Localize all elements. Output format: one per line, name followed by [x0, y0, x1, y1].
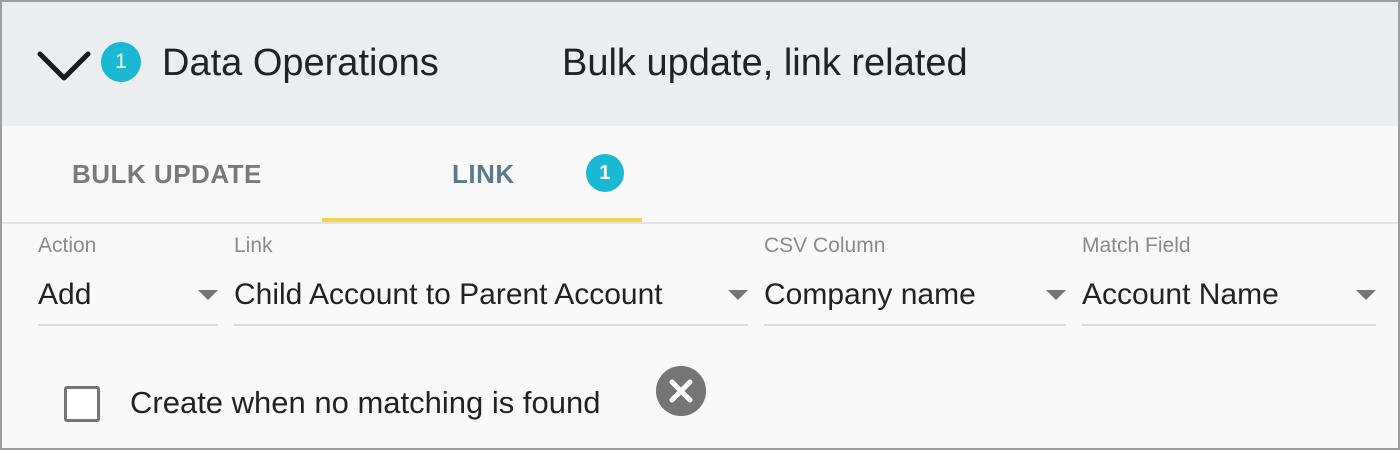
csv-column-select[interactable]: CSV Column Company name: [764, 234, 1066, 326]
csv-column-label: CSV Column: [764, 234, 886, 257]
tab-bar: BULK UPDATE LINK 1: [2, 126, 1398, 224]
tab-count-badge: 1: [586, 154, 624, 192]
field-underline: [38, 324, 218, 326]
csv-column-value: Company name: [764, 278, 976, 311]
active-tab-indicator: [322, 218, 642, 222]
data-operations-panel: 1 Data Operations Bulk update, link rela…: [0, 0, 1400, 450]
match-field-label: Match Field: [1082, 234, 1191, 257]
field-underline: [764, 324, 1066, 326]
create-when-no-match-checkbox[interactable]: [64, 386, 100, 422]
dropdown-arrow-icon: [1046, 290, 1066, 300]
link-label: Link: [234, 234, 273, 257]
section-summary: Bulk update, link related: [562, 42, 968, 84]
chevron-down-icon[interactable]: [36, 42, 92, 86]
match-field-select[interactable]: Match Field Account Name: [1082, 234, 1376, 326]
section-title: Data Operations: [162, 42, 439, 84]
section-header[interactable]: 1 Data Operations Bulk update, link rela…: [2, 2, 1398, 126]
tab-label: BULK UPDATE: [72, 158, 262, 189]
section-count-badge: 1: [101, 42, 141, 82]
create-when-no-match-label[interactable]: Create when no matching is found: [130, 384, 600, 422]
dropdown-arrow-icon: [728, 290, 748, 300]
tab-link[interactable]: LINK 1: [322, 126, 642, 222]
match-field-value: Account Name: [1082, 278, 1279, 311]
close-circle-icon[interactable]: [656, 366, 706, 416]
tab-label: LINK: [452, 158, 515, 189]
action-label: Action: [38, 234, 97, 257]
field-underline: [1082, 324, 1376, 326]
action-select[interactable]: Action Add: [38, 234, 218, 326]
link-select[interactable]: Link Child Account to Parent Account: [234, 234, 748, 326]
field-underline: [234, 324, 748, 326]
dropdown-arrow-icon: [198, 290, 218, 300]
action-value: Add: [38, 278, 92, 311]
link-value: Child Account to Parent Account: [234, 278, 663, 311]
dropdown-arrow-icon: [1356, 290, 1376, 300]
tab-bulk-update[interactable]: BULK UPDATE: [2, 126, 322, 222]
